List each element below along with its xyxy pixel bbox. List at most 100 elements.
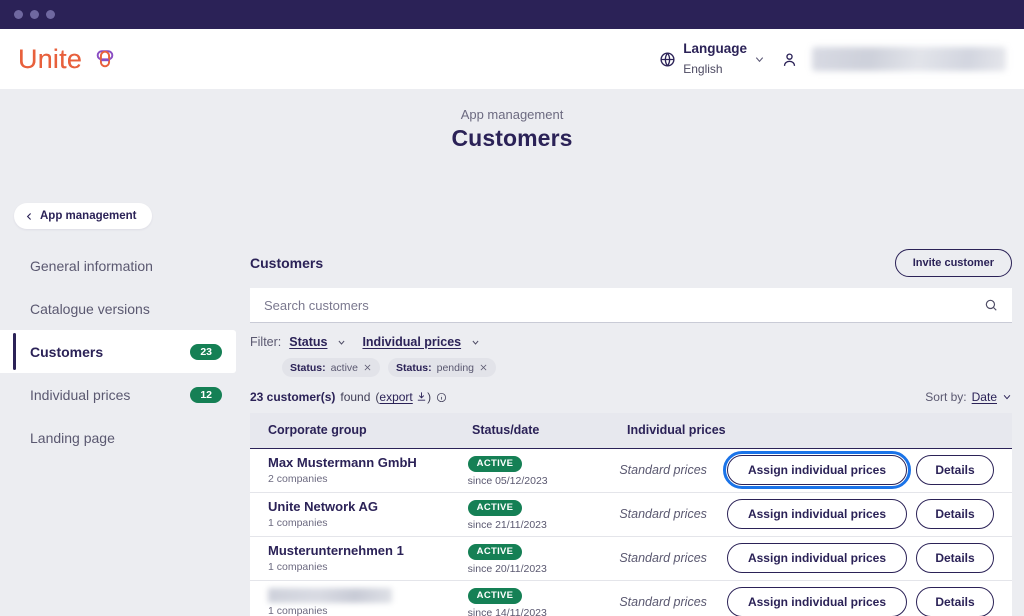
page-body: App management App management Customers … [0, 89, 1024, 616]
cell-actions: Assign individual prices Details [723, 451, 994, 490]
customer-name: Unite Network AG [268, 499, 379, 514]
results-count-number: 23 customer(s) [250, 390, 336, 404]
main-header: Customers Invite customer [250, 249, 1012, 277]
export-link[interactable]: export [379, 390, 412, 404]
cell-individual-prices: Standard prices [619, 551, 707, 566]
cell-actions: Assign individual prices Details [727, 587, 994, 616]
table-row: 1 companies ACTIVE since 14/11/2023 Stan… [250, 580, 1012, 616]
sort-control[interactable]: Sort by: Date [925, 390, 1012, 404]
details-button[interactable]: Details [916, 543, 994, 574]
status-badge: ACTIVE [467, 455, 523, 472]
results-count-suffix: found [340, 390, 371, 404]
invite-customer-button[interactable]: Invite customer [894, 249, 1012, 277]
close-icon[interactable] [363, 363, 372, 372]
filter-row: Filter: Status Individual prices [250, 335, 1012, 349]
customer-name: Musterunternehmen 1 [268, 543, 404, 558]
chevron-down-icon[interactable] [1002, 392, 1012, 402]
window-close-dot[interactable] [14, 10, 23, 19]
chip-value: pending [436, 361, 474, 374]
details-button[interactable]: Details [916, 587, 994, 616]
chip-key: Status: [396, 361, 432, 374]
search-icon[interactable] [984, 298, 998, 312]
header-actions: Language English [659, 39, 1006, 79]
cell-status-date: ACTIVE since 21/11/2023 [467, 497, 620, 531]
assign-individual-prices-button[interactable]: Assign individual prices [727, 587, 907, 616]
status-badge: ACTIVE [467, 587, 523, 604]
chevron-down-icon[interactable] [471, 338, 480, 347]
sidebar-item-customers[interactable]: Customers 23 [0, 330, 236, 373]
section-title: Customers [250, 255, 324, 271]
site-header: Unite Language English [0, 29, 1024, 89]
cell-corporate-group: Max Mustermann GmbH 2 companies [268, 455, 468, 485]
breadcrumb[interactable]: App management [14, 203, 152, 229]
cell-corporate-group: Unite Network AG 1 companies [268, 499, 468, 529]
search-input[interactable] [264, 297, 984, 313]
chip-value: active [330, 361, 359, 374]
language-text: Language English [683, 39, 747, 79]
window-titlebar [0, 0, 1024, 29]
assign-individual-prices-button[interactable]: Assign individual prices [727, 499, 907, 530]
sidebar-badge-individual-prices: 12 [190, 386, 222, 403]
language-label: Language [683, 41, 747, 56]
brand-name: Unite [18, 43, 83, 74]
language-value: English [683, 62, 723, 76]
cell-status-date: ACTIVE since 20/11/2023 [467, 541, 620, 575]
details-button[interactable]: Details [916, 499, 994, 530]
sidebar-badge-customers: 23 [190, 343, 222, 360]
page-title: Customers [451, 125, 573, 151]
status-since: since 20/11/2023 [467, 562, 547, 575]
sidebar-item-label: Catalogue versions [30, 300, 150, 317]
sidebar-item-individual-prices[interactable]: Individual prices 12 [0, 373, 236, 416]
filter-chip-status-pending[interactable]: Status: pending [388, 358, 496, 377]
sidebar-item-catalogue-versions[interactable]: Catalogue versions [0, 287, 236, 330]
search-bar[interactable] [250, 288, 1012, 323]
filter-status-dropdown[interactable]: Status [289, 335, 327, 349]
download-icon[interactable] [416, 391, 427, 402]
sidebar-item-label: Landing page [30, 429, 115, 446]
status-since: since 21/11/2023 [467, 518, 547, 531]
customers-table: Corporate group Status/date Individual p… [250, 413, 1012, 616]
cell-status-date: ACTIVE since 05/12/2023 [467, 453, 620, 487]
user-account-name-redacted[interactable] [812, 47, 1006, 71]
filter-chip-status-active[interactable]: Status: active [282, 358, 381, 377]
window-minimize-dot[interactable] [30, 10, 39, 19]
cell-individual-prices: Standard prices [619, 463, 707, 478]
page-heading: App management Customers [0, 89, 1024, 152]
page-kicker: App management [460, 107, 564, 122]
language-selector[interactable]: Language English [659, 39, 765, 79]
details-button[interactable]: Details [916, 455, 994, 486]
sort-value[interactable]: Date [972, 390, 997, 404]
sidebar: General information Catalogue versions C… [0, 244, 236, 459]
assign-individual-prices-button[interactable]: Assign individual prices [723, 451, 911, 490]
info-icon[interactable] [436, 392, 447, 403]
cell-actions: Assign individual prices Details [727, 543, 994, 574]
sidebar-item-general-information[interactable]: General information [0, 244, 236, 287]
cell-corporate-group: 1 companies [268, 587, 468, 616]
cell-individual-prices: Standard prices [619, 507, 707, 522]
user-icon[interactable] [781, 51, 798, 68]
sidebar-item-label: Individual prices [30, 386, 131, 403]
table-header-row: Corporate group Status/date Individual p… [250, 413, 1012, 449]
customer-companies: 1 companies [268, 517, 328, 530]
cell-individual-prices: Standard prices [619, 595, 707, 610]
window-maximize-dot[interactable] [46, 10, 55, 19]
status-badge: ACTIVE [467, 543, 523, 560]
table-row: Max Mustermann GmbH 2 companies ACTIVE s… [250, 448, 1012, 493]
cell-status-date: ACTIVE since 14/11/2023 [467, 585, 620, 616]
column-header-status-date: Status/date [472, 423, 540, 437]
globe-icon [660, 51, 675, 67]
table-row: Unite Network AG 1 companies ACTIVE sinc… [250, 492, 1012, 537]
sidebar-item-label: General information [30, 257, 153, 274]
sidebar-item-landing-page[interactable]: Landing page [0, 416, 236, 459]
filter-individual-prices-dropdown[interactable]: Individual prices [362, 335, 461, 349]
customer-name: Max Mustermann GmbH [268, 455, 417, 470]
column-header-individual-prices: Individual prices [627, 423, 726, 437]
chevron-down-icon[interactable] [337, 338, 346, 347]
close-icon[interactable] [479, 363, 488, 372]
brand-logo[interactable]: Unite [18, 44, 118, 75]
assign-individual-prices-button[interactable]: Assign individual prices [727, 543, 907, 574]
main-content: Customers Invite customer Filter: Status… [250, 249, 1012, 616]
chevron-left-icon [26, 212, 32, 220]
results-row: 23 customer(s) found (export ) Sort by: … [250, 390, 1012, 404]
sidebar-item-label: Customers [30, 343, 104, 360]
